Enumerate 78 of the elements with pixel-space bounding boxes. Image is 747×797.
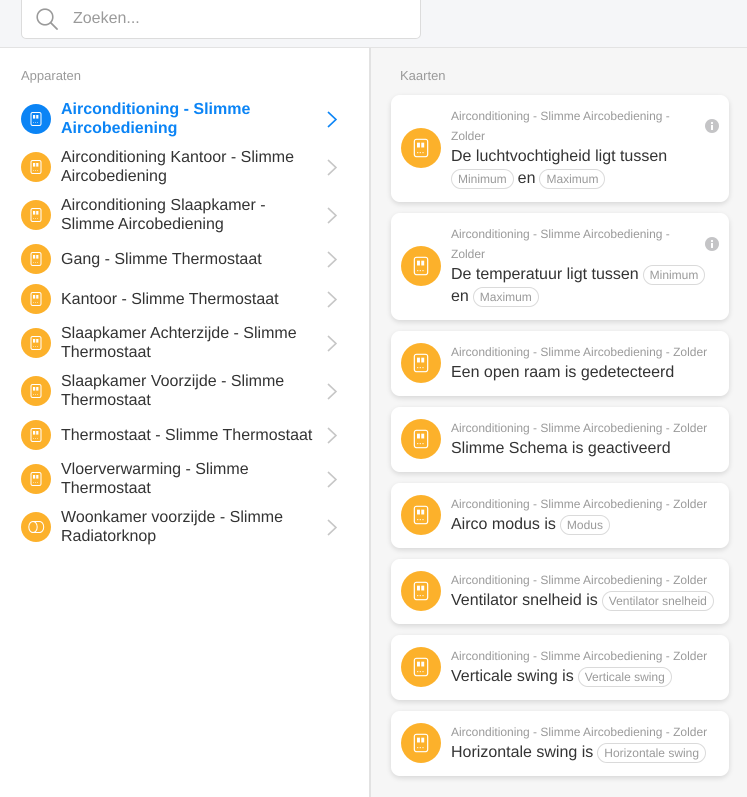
- flow-card[interactable]: Airconditioning - Slimme Aircobediening - Zolder De luchtvochtigheid ligt tussen Minimum en Maximum: [391, 95, 729, 202]
- card-title-text: Verticale swing is: [451, 667, 574, 687]
- thermostat-icon: [21, 200, 51, 230]
- card-title-text: en: [518, 169, 536, 189]
- device-list-item[interactable]: Slaapkamer Achterzijde - Slimme Thermostaat: [0, 319, 369, 367]
- card-device-label: Airconditioning - Slimme Aircobediening - Zolder: [451, 108, 671, 145]
- knob-icon: [21, 512, 51, 542]
- device-list-item[interactable]: Kantoor - Slimme Thermostaat: [0, 279, 369, 319]
- chevron-right-icon: [327, 426, 337, 444]
- device-list-item[interactable]: Gang - Slimme Thermostaat: [0, 239, 369, 279]
- thermostat-icon: [21, 284, 51, 314]
- flow-card[interactable]: Airconditioning - Slimme Aircobediening - Zolder Ventilator snelheid is Ventilator snelheid: [391, 559, 729, 624]
- chevron-right-icon: [327, 290, 337, 308]
- device-list-item[interactable]: Slaapkamer Voorzijde - Slimme Thermostaat: [0, 367, 369, 415]
- parameter-token: Maximum: [472, 287, 539, 307]
- thermostat-icon: [21, 244, 51, 274]
- chevron-right-icon: [327, 382, 337, 400]
- thermostat-icon: [21, 464, 51, 494]
- card-device-label: Airconditioning - Slimme Aircobediening - Zolder: [451, 724, 708, 741]
- thermostat-icon: [401, 246, 441, 286]
- chevron-right-icon: [327, 334, 337, 352]
- chevron-right-icon: [327, 250, 337, 268]
- thermostat-icon: [21, 152, 51, 182]
- thermostat-icon: [21, 420, 51, 450]
- parameter-token: Ventilator snelheid: [602, 591, 714, 611]
- device-list-item[interactable]: Vloerverwarming - Slimme Thermostaat: [0, 455, 369, 503]
- flow-card[interactable]: Airconditioning - Slimme Aircobediening - Zolder Een open raam is gedetecteerd: [391, 331, 729, 396]
- info-icon[interactable]: [705, 237, 719, 251]
- chevron-right-icon: [327, 518, 337, 536]
- section-heading: Apparaten: [20, 68, 82, 84]
- card-title-text: Een open raam is gedetecteerd: [451, 363, 674, 383]
- parameter-token: Modus: [560, 515, 610, 535]
- flow-card[interactable]: Airconditioning - Slimme Aircobediening - Zolder Airco modus is Modus: [391, 483, 729, 548]
- chevron-right-icon: [327, 110, 337, 128]
- thermostat-icon: [401, 571, 441, 611]
- card-device-label: Airconditioning - Slimme Aircobediening - Zolder: [451, 420, 708, 437]
- card-title-text: en: [451, 287, 469, 307]
- device-list-item[interactable]: Airconditioning - Slimme Aircobediening: [0, 95, 369, 143]
- card-title-text: Slimme Schema is geactiveerd: [451, 439, 671, 459]
- card-title-text: Airco modus is: [451, 515, 556, 535]
- flow-card[interactable]: Airconditioning - Slimme Aircobediening - Zolder Verticale swing is Verticale swing: [391, 635, 729, 700]
- parameter-token: Minimum: [642, 265, 706, 285]
- card-title-text: Ventilator snelheid is: [451, 591, 598, 611]
- parameter-token: Verticale swing: [578, 667, 672, 687]
- flow-card[interactable]: Airconditioning - Slimme Aircobediening - Zolder De temperatuur ligt tussen Minimum en Maximum: [391, 213, 729, 320]
- chevron-right-icon: [327, 470, 337, 488]
- thermostat-icon: [401, 128, 441, 168]
- thermostat-icon: [21, 104, 51, 134]
- card-device-label: Airconditioning - Slimme Aircobediening - Zolder: [451, 344, 708, 361]
- flow-card[interactable]: Airconditioning - Slimme Aircobediening - Zolder Slimme Schema is geactiveerd: [391, 407, 729, 472]
- thermostat-icon: [401, 343, 441, 383]
- thermostat-icon: [401, 495, 441, 535]
- thermostat-icon: [401, 419, 441, 459]
- device-list-item[interactable]: Airconditioning Slaapkamer - Slimme Aircobediening: [0, 191, 369, 239]
- info-icon[interactable]: [705, 119, 719, 133]
- flow-card[interactable]: Airconditioning - Slimme Aircobediening - Zolder Horizontale swing is Horizontale swing: [391, 711, 729, 776]
- card-device-label: Airconditioning - Slimme Aircobediening - Zolder: [451, 496, 708, 513]
- thermostat-icon: [21, 328, 51, 358]
- search-icon: [36, 8, 58, 30]
- parameter-token: Minimum: [451, 169, 514, 189]
- thermostat-icon: [401, 647, 441, 687]
- thermostat-icon: [21, 376, 51, 406]
- card-device-label: Airconditioning - Slimme Aircobediening - Zolder: [451, 226, 671, 263]
- device-list-item[interactable]: Woonkamer voorzijde - Slimme Radiatorknop: [0, 503, 369, 551]
- card-device-label: Airconditioning - Slimme Aircobediening - Zolder: [451, 572, 708, 589]
- card-title-text: Horizontale swing is: [451, 743, 594, 763]
- search-field[interactable]: Zoeken...: [21, 0, 421, 39]
- parameter-token: Horizontale swing: [597, 743, 706, 763]
- section-heading: Kaarten: [399, 68, 447, 84]
- parameter-token: Maximum: [539, 169, 606, 189]
- device-list-item[interactable]: Airconditioning Kantoor - Slimme Aircobediening: [0, 143, 369, 191]
- card-device-label: Airconditioning - Slimme Aircobediening - Zolder: [451, 648, 708, 665]
- thermostat-icon: [401, 723, 441, 763]
- card-title-text: De luchtvochtigheid ligt tussen: [451, 147, 668, 167]
- chevron-right-icon: [327, 158, 337, 176]
- card-title-text: De temperatuur ligt tussen: [451, 265, 639, 285]
- chevron-right-icon: [327, 206, 337, 224]
- device-list-item[interactable]: Thermostaat - Slimme Thermostaat: [0, 415, 369, 455]
